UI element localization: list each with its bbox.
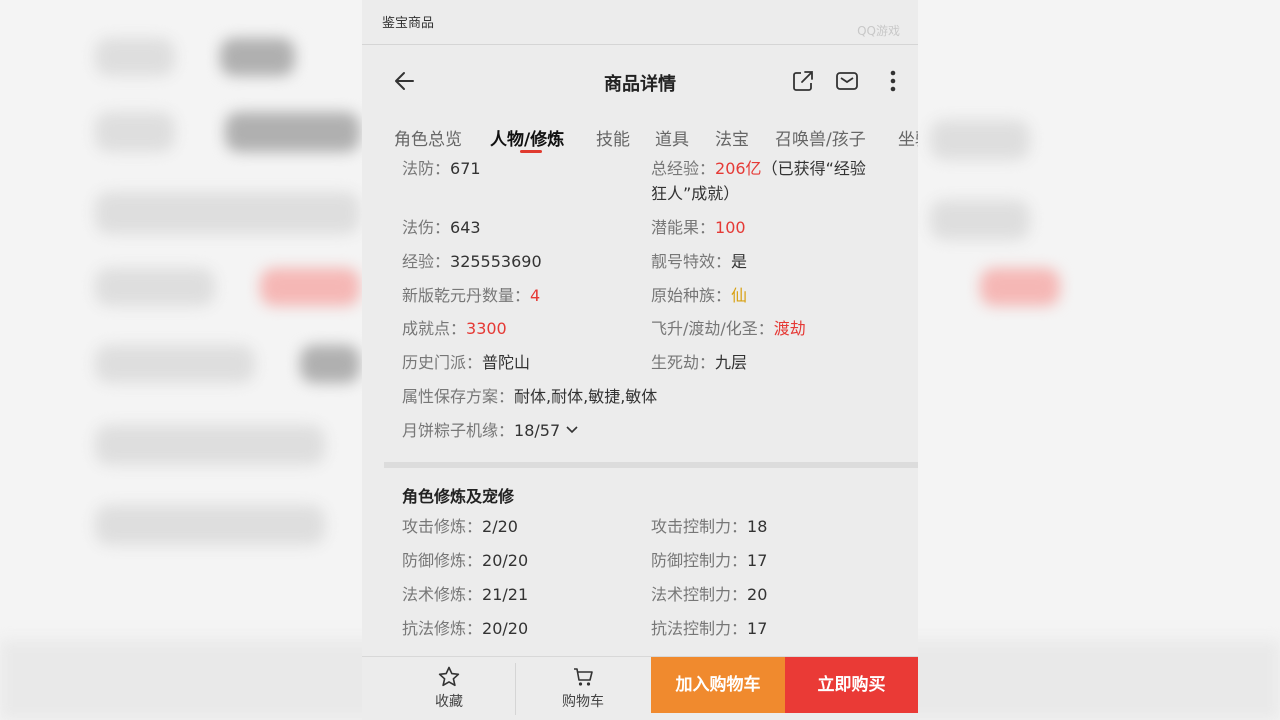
stat-pretty-id: 靓号特效：是 — [651, 252, 748, 271]
cultivation-row: 抗法修炼：20/20 — [402, 619, 529, 638]
control-row: 防御控制力：17 — [651, 551, 768, 570]
stat-history-school: 历史门派：普陀山 — [402, 353, 531, 372]
control-row: 法术控制力：20 — [651, 585, 768, 604]
cart-button[interactable]: 购物车 — [516, 657, 650, 720]
tab-character-cultivation[interactable]: 人物/修炼 — [490, 125, 564, 150]
more-vertical-icon[interactable] — [883, 68, 903, 94]
tab-mounts[interactable]: 坐骑 — [898, 125, 918, 150]
favorite-label: 收藏 — [435, 694, 463, 710]
stat-life-death: 生死劫：九层 — [651, 353, 748, 372]
stat-qianyuan: 新版乾元丹数量：4 — [402, 286, 541, 305]
share-icon[interactable] — [790, 68, 816, 94]
stat-exp: 经验：325553690 — [402, 252, 542, 271]
bottom-action-bar: 收藏 购物车 加入购物车 立即购买 — [362, 656, 918, 720]
stat-total-exp-note: 狂人”成就） — [651, 184, 740, 203]
cart-label: 购物车 — [562, 694, 604, 710]
phone-screen: 鉴宝商品 QQ游戏 商品详情 角色总览 人物/修炼 技能 道具 法宝 召唤兽/孩… — [362, 0, 918, 720]
buy-now-button[interactable]: 立即购买 — [785, 657, 918, 713]
app-topbar: 鉴宝商品 QQ游戏 — [362, 0, 918, 45]
cultivation-row: 防御修炼：20/20 — [402, 551, 529, 570]
section-divider — [384, 462, 918, 468]
tab-items[interactable]: 道具 — [655, 125, 689, 150]
watermark: QQ游戏 — [857, 24, 900, 38]
favorite-button[interactable]: 收藏 — [382, 657, 516, 720]
tab-overview[interactable]: 角色总览 — [394, 125, 462, 150]
cart-icon — [571, 665, 595, 689]
stat-potential-fruit: 潜能果：100 — [651, 218, 746, 237]
stat-fashang: 法伤：643 — [402, 218, 481, 237]
cultivation-row: 法术修炼：21/21 — [402, 585, 529, 604]
add-to-cart-button[interactable]: 加入购物车 — [651, 657, 785, 713]
stat-origin-race: 原始种族：仙 — [651, 286, 748, 305]
section-title-cultivation: 角色修炼及宠修 — [402, 487, 515, 506]
page-header: 商品详情 — [362, 44, 918, 118]
stat-attr-plan: 属性保存方案：耐体,耐体,敏捷,敏体 — [402, 387, 658, 406]
active-tab-indicator — [520, 150, 542, 153]
chevron-down-icon[interactable] — [565, 420, 579, 444]
stat-fafang: 法防：671 — [402, 159, 481, 178]
detail-content: 法防：671 法伤：643 经验：325553690 新版乾元丹数量：4 成就点… — [362, 156, 918, 656]
tab-skills[interactable]: 技能 — [596, 125, 630, 150]
cultivation-row: 攻击修炼：2/20 — [402, 517, 518, 536]
mail-icon[interactable] — [834, 68, 860, 94]
stat-mooncake[interactable]: 月饼粽子机缘：18/57 — [402, 419, 579, 444]
app-title: 鉴宝商品 — [382, 16, 435, 31]
tab-pets-children[interactable]: 召唤兽/孩子 — [775, 125, 866, 150]
star-icon — [437, 665, 461, 689]
control-row: 攻击控制力：18 — [651, 517, 768, 536]
tab-treasures[interactable]: 法宝 — [715, 125, 749, 150]
stat-ascension: 飞升/渡劫/化圣：渡劫 — [651, 319, 806, 338]
stat-achievement: 成就点：3300 — [402, 319, 507, 338]
tab-bar: 角色总览 人物/修炼 技能 道具 法宝 召唤兽/孩子 坐骑 — [362, 118, 918, 156]
control-row: 抗法控制力：17 — [651, 619, 768, 638]
stat-total-exp: 总经验：206亿（已获得“经验 — [651, 159, 866, 178]
